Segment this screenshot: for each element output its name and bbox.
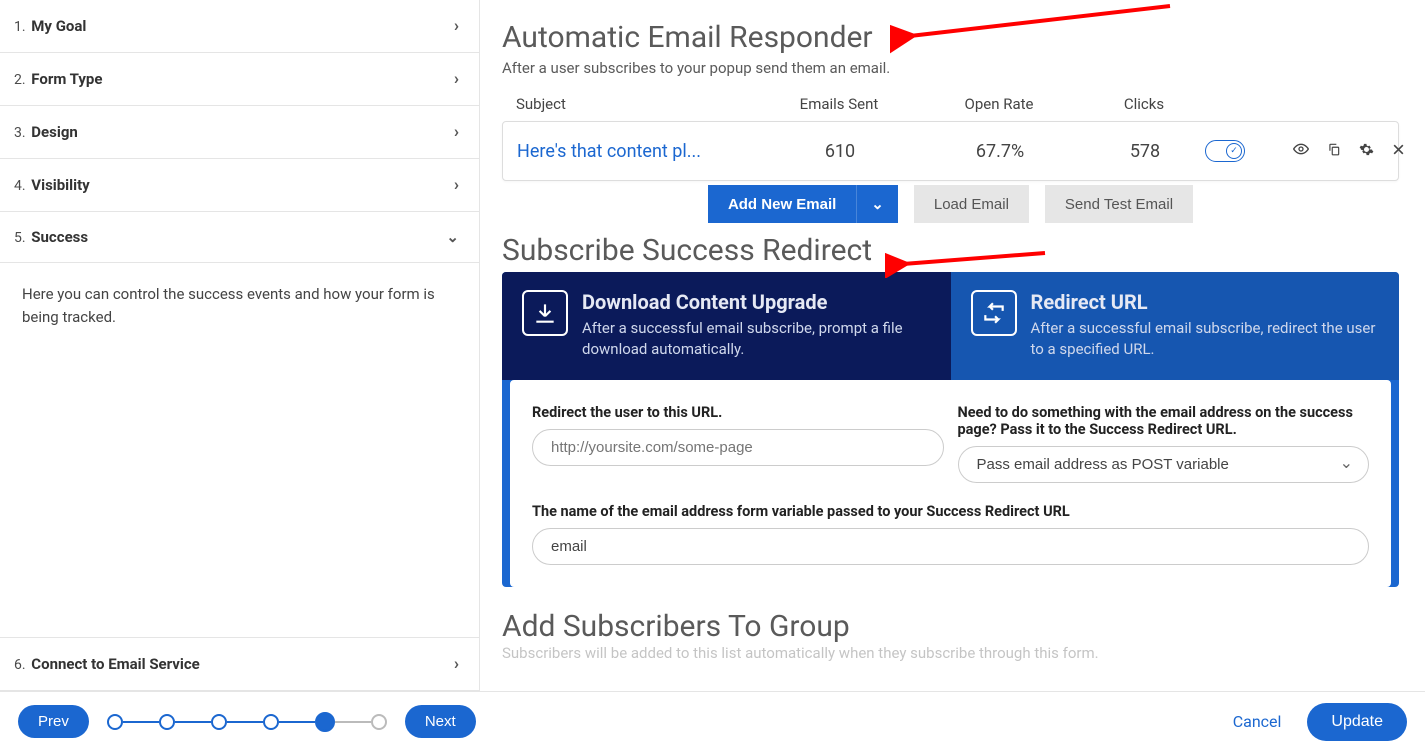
chevron-down-icon: ⌄ — [446, 228, 459, 246]
step-label: Connect to Email Service — [31, 655, 199, 673]
send-test-email-button[interactable]: Send Test Email — [1045, 185, 1193, 223]
email-row: Here's that content pl... 610 67.7% 578 … — [502, 121, 1399, 181]
sidebar: 1. My Goal › 2. Form Type › 3. Design › … — [0, 0, 480, 691]
next-button[interactable]: Next — [405, 705, 476, 738]
tab-download-content-upgrade[interactable]: Download Content Upgrade After a success… — [502, 272, 951, 380]
pass-email-select[interactable]: Pass email address as POST variable — [958, 446, 1370, 483]
email-enabled-toggle[interactable]: ✓ — [1205, 140, 1245, 162]
step-dot[interactable] — [107, 714, 123, 730]
redirect-icon — [971, 290, 1017, 336]
group-subtitle: Subscribers will be added to this list a… — [502, 644, 1399, 662]
tab-redirect-url[interactable]: Redirect URL After a successful email su… — [951, 272, 1400, 380]
delete-icon[interactable] — [1392, 142, 1405, 160]
step-number: 1. — [14, 19, 26, 35]
variable-name-label: The name of the email address form varia… — [532, 503, 1369, 520]
email-open-value: 67.7% — [915, 141, 1085, 162]
redirect-title: Subscribe Success Redirect — [502, 233, 1399, 268]
responder-subtitle: After a user subscribes to your popup se… — [502, 59, 1399, 77]
col-open-rate: Open Rate — [914, 95, 1084, 113]
preview-icon[interactable] — [1293, 141, 1309, 161]
col-emails-sent: Emails Sent — [764, 95, 914, 113]
chevron-right-icon: › — [454, 654, 459, 674]
chevron-right-icon: › — [454, 69, 459, 89]
tab-title: Redirect URL — [1031, 290, 1380, 314]
add-new-email-button[interactable]: Add New Email — [708, 185, 856, 223]
copy-icon[interactable] — [1327, 141, 1341, 161]
step-progress — [107, 712, 387, 732]
step-dot[interactable] — [263, 714, 279, 730]
step-dot[interactable] — [159, 714, 175, 730]
email-table-header: Subject Emails Sent Open Rate Clicks — [502, 95, 1399, 121]
prev-button[interactable]: Prev — [18, 705, 89, 738]
responder-title: Automatic Email Responder — [502, 20, 1399, 55]
download-icon — [522, 290, 568, 336]
step-number: 3. — [14, 125, 26, 141]
chevron-right-icon: › — [454, 175, 459, 195]
redirect-url-label: Redirect the user to this URL. — [532, 404, 944, 421]
col-clicks: Clicks — [1084, 95, 1204, 113]
update-button[interactable]: Update — [1307, 703, 1407, 741]
cancel-link[interactable]: Cancel — [1233, 712, 1282, 731]
step-number: 4. — [14, 178, 26, 194]
chevron-right-icon: › — [454, 16, 459, 36]
variable-name-input[interactable] — [532, 528, 1369, 565]
step-number: 2. — [14, 72, 26, 88]
pass-email-label: Need to do something with the email addr… — [958, 404, 1370, 438]
step-dot[interactable] — [211, 714, 227, 730]
main-content: Automatic Email Responder After a user s… — [480, 0, 1425, 691]
redirect-url-input[interactable] — [532, 429, 944, 466]
redirect-box: Download Content Upgrade After a success… — [502, 272, 1399, 587]
load-email-button[interactable]: Load Email — [914, 185, 1029, 223]
step-number: 5. — [14, 230, 26, 246]
sidebar-item-visibility[interactable]: 4. Visibility › — [0, 159, 479, 212]
sidebar-item-design[interactable]: 3. Design › — [0, 106, 479, 159]
step-dot-current[interactable] — [315, 712, 335, 732]
add-email-dropdown-button[interactable]: ⌄ — [856, 185, 898, 223]
sidebar-item-my-goal[interactable]: 1. My Goal › — [0, 0, 479, 53]
col-subject: Subject — [516, 95, 764, 113]
chevron-right-icon: › — [454, 122, 459, 142]
step-label: Visibility — [31, 176, 89, 194]
email-clicks-value: 578 — [1085, 141, 1205, 162]
sidebar-item-connect-email-service[interactable]: 6. Connect to Email Service › — [0, 637, 479, 691]
step-label: Form Type — [31, 70, 102, 88]
tab-title: Download Content Upgrade — [582, 290, 931, 314]
step-number: 6. — [14, 657, 26, 673]
step-label: Success — [31, 228, 88, 246]
footer: Prev Next Cancel Update — [0, 691, 1425, 751]
gear-icon[interactable] — [1359, 142, 1374, 161]
sidebar-item-success[interactable]: 5. Success ⌄ — [0, 212, 479, 263]
sidebar-description: Here you can control the success events … — [0, 263, 479, 637]
step-dot[interactable] — [371, 714, 387, 730]
step-label: Design — [31, 123, 78, 141]
email-subject-link[interactable]: Here's that content pl... — [517, 141, 765, 162]
tab-desc: After a successful email subscribe, redi… — [1031, 318, 1380, 360]
step-label: My Goal — [31, 17, 86, 35]
group-title: Add Subscribers To Group — [502, 609, 1399, 644]
check-icon: ✓ — [1226, 143, 1242, 159]
email-sent-value: 610 — [765, 141, 915, 162]
sidebar-item-form-type[interactable]: 2. Form Type › — [0, 53, 479, 106]
tab-desc: After a successful email subscribe, prom… — [582, 318, 931, 360]
